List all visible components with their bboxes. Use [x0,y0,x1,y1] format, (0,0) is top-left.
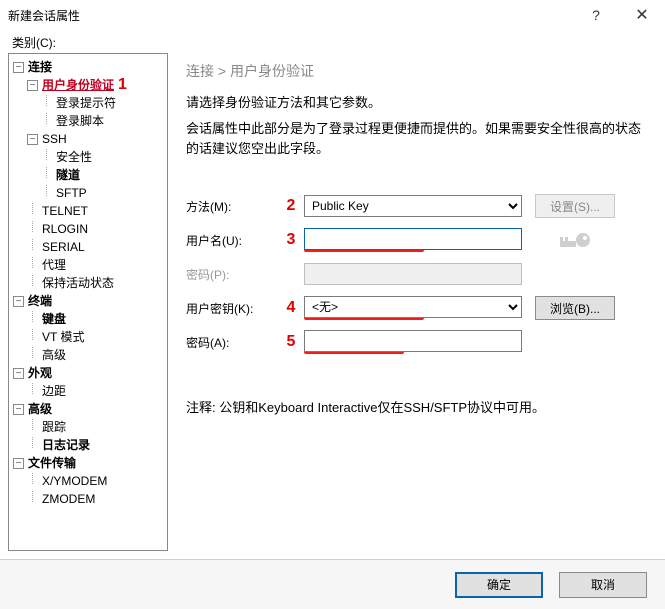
tree-login-prompt[interactable]: 登录提示符 [56,96,116,110]
close-button[interactable]: ✕ [619,0,665,30]
username-label: 用户名(U): [186,232,274,249]
tree-terminal[interactable]: 终端 [28,294,52,308]
username-input[interactable] [304,228,522,250]
annotation-4: 4 [287,299,296,316]
method-select[interactable]: Public Key [304,195,522,217]
tree-advanced-terminal[interactable]: 高级 [42,348,66,362]
tree-tunnel[interactable]: 隧道 [56,168,80,182]
collapse-icon[interactable]: − [13,368,24,379]
collapse-icon[interactable]: − [27,80,38,91]
tree-security[interactable]: 安全性 [56,150,92,164]
settings-button[interactable]: 设置(S)... [535,194,615,218]
collapse-icon[interactable]: − [13,458,24,469]
tree-trace[interactable]: 跟踪 [42,420,66,434]
tree-connection[interactable]: 连接 [28,60,52,74]
password-label: 密码(P): [186,266,274,283]
collapse-icon[interactable]: − [27,134,38,145]
tree-keepalive[interactable]: 保持活动状态 [42,276,114,290]
tree-serial[interactable]: SERIAL [42,240,85,254]
collapse-icon[interactable]: − [13,296,24,307]
tree-keyboard[interactable]: 键盘 [42,312,66,326]
password2-label: 密码(A): [186,334,274,351]
collapse-icon[interactable]: − [13,404,24,415]
category-tree[interactable]: −连接 −用户身份验证1 登录提示符 登录脚本 −SSH 安全性 [8,53,168,551]
tree-telnet[interactable]: TELNET [42,204,88,218]
tree-login-script[interactable]: 登录脚本 [56,114,104,128]
note-text: 注释: 公钥和Keyboard Interactive仅在SSH/SFTP协议中… [186,397,651,416]
help-button[interactable]: ? [573,0,619,30]
tree-xymodem[interactable]: X/YMODEM [42,474,107,488]
cancel-button[interactable]: 取消 [559,572,647,598]
userkey-select[interactable]: <无> [304,296,522,318]
annotation-5: 5 [287,333,296,350]
tree-margin[interactable]: 边距 [42,384,66,398]
tree-appearance[interactable]: 外观 [28,366,52,380]
tree-auth[interactable]: 用户身份验证 [42,78,114,92]
annotation-1: 1 [118,76,127,93]
tree-advanced[interactable]: 高级 [28,402,52,416]
password-input [304,263,522,285]
method-label: 方法(M): [186,198,274,215]
button-bar: 确定 取消 [0,559,665,609]
window-title: 新建会话属性 [8,7,573,24]
desc-line2: 会话属性中此部分是为了登录过程更便捷而提供的。如果需要安全性很高的状态的话建议您… [186,119,651,159]
tree-transfer[interactable]: 文件传输 [28,456,76,470]
tree-proxy[interactable]: 代理 [42,258,66,272]
annotation-3: 3 [287,231,296,248]
password2-input[interactable] [304,330,522,352]
browse-button[interactable]: 浏览(B)... [535,296,615,320]
dialog-content: 类别(C): −连接 −用户身份验证1 登录提示符 登录脚本 [0,30,665,559]
annotation-2: 2 [287,197,296,214]
tree-log[interactable]: 日志记录 [42,438,90,452]
tree-rlogin[interactable]: RLOGIN [42,222,88,236]
tree-sftp[interactable]: SFTP [56,186,87,200]
tree-ssh[interactable]: SSH [42,132,67,146]
key-icon [558,225,592,255]
category-label: 类别(C): [8,30,657,53]
form-panel: 连接 > 用户身份验证 请选择身份验证方法和其它参数。 会话属性中此部分是为了登… [168,53,657,551]
breadcrumb: 连接 > 用户身份验证 [186,59,651,89]
userkey-label: 用户密钥(K): [186,300,274,317]
tree-vt[interactable]: VT 模式 [42,330,84,344]
ok-button[interactable]: 确定 [455,572,543,598]
collapse-icon[interactable]: − [13,62,24,73]
desc-line1: 请选择身份验证方法和其它参数。 [186,93,651,113]
tree-zmodem[interactable]: ZMODEM [42,492,95,506]
titlebar: 新建会话属性 ? ✕ [0,0,665,30]
